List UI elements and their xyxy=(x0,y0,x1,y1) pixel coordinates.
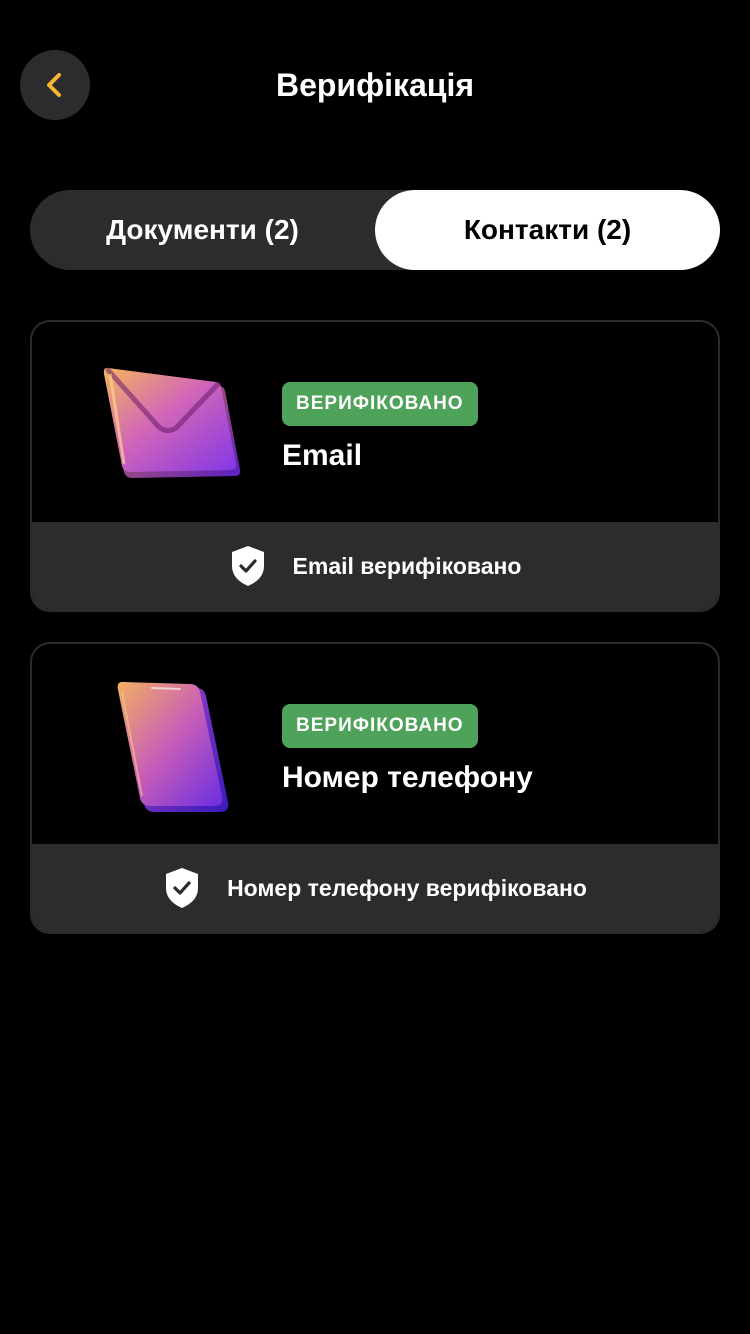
header: Верифікація xyxy=(0,0,750,170)
card-footer: Email верифіковано xyxy=(32,522,718,610)
tab-documents[interactable]: Документи (2) xyxy=(30,190,375,270)
verified-badge: ВЕРИФІКОВАНО xyxy=(282,382,478,426)
footer-status-text: Номер телефону верифіковано xyxy=(227,874,587,901)
email-card[interactable]: ВЕРИФІКОВАНО Email Email верифіковано xyxy=(30,320,720,612)
envelope-icon xyxy=(103,367,241,478)
smartphone-icon xyxy=(117,681,229,812)
page-title: Верифікація xyxy=(275,67,475,103)
footer-status-text: Email верифіковано xyxy=(292,552,522,579)
verified-badge: ВЕРИФІКОВАНО xyxy=(282,704,478,748)
phone-card[interactable]: ВЕРИФІКОВАНО Номер телефону Номер телефо… xyxy=(30,642,720,934)
tab-contacts[interactable]: Контакти (2) xyxy=(375,190,720,270)
card-header: ВЕРИФІКОВАНО Номер телефону xyxy=(32,644,718,844)
card-footer: Номер телефону верифіковано xyxy=(32,844,718,932)
card-header: ВЕРИФІКОВАНО Email xyxy=(32,322,718,522)
shield-check-icon xyxy=(166,868,199,908)
shield-check-icon xyxy=(231,546,264,586)
card-title: Номер телефону xyxy=(282,761,533,794)
card-title: Email xyxy=(282,439,363,472)
tab-switcher: Документи (2) Контакти (2) xyxy=(30,190,720,270)
